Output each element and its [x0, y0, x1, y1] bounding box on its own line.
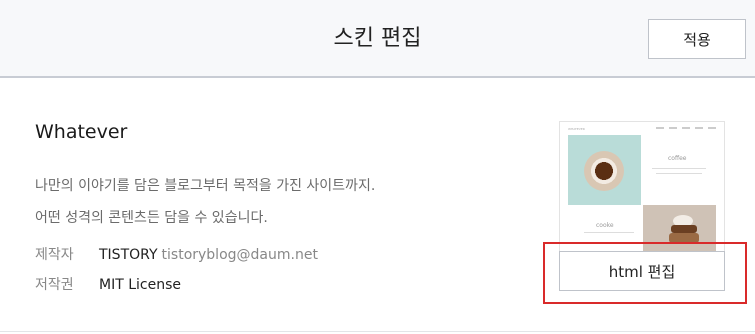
- author-email: tistoryblog@daum.net: [161, 247, 318, 263]
- page-title: 스킨 편집: [333, 26, 422, 51]
- preview-brand: WHATEVER: [568, 127, 585, 131]
- preview-text-line: [656, 173, 702, 174]
- license-value: MIT License: [99, 277, 181, 293]
- skin-preview-thumbnail: WHATEVER coffee cooke: [559, 121, 725, 261]
- cake-layer-icon: [671, 225, 697, 233]
- preview-nav-links: [656, 127, 716, 129]
- skin-description-line: 어떤 성격의 콘텐츠든 담을 수 있습니다.: [35, 210, 268, 226]
- preview-coffee-label: coffee: [668, 155, 687, 162]
- license-label: 저작권: [35, 277, 74, 293]
- author-label: 제작자: [35, 247, 74, 263]
- html-edit-button[interactable]: html 편집: [559, 251, 725, 291]
- coffee-cup-icon: [584, 151, 624, 191]
- preview-coffee-image: [568, 135, 641, 205]
- preview-text-line: [652, 168, 706, 169]
- skin-description-line: 나만의 이야기를 담은 블로그부터 목적을 가진 사이트까지.: [35, 178, 376, 194]
- apply-button[interactable]: 적용: [648, 19, 746, 59]
- author-name: TISTORY: [99, 247, 158, 263]
- skin-name: Whatever: [35, 121, 128, 143]
- section-divider: [0, 331, 755, 332]
- license-row: 저작권 MIT License: [35, 275, 181, 295]
- preview-cooke-label: cooke: [596, 222, 614, 229]
- skin-description: 나만의 이야기를 담은 블로그부터 목적을 가진 사이트까지. 어떤 성격의 콘…: [35, 170, 375, 234]
- author-row: 제작자 TISTORY tistoryblog@daum.net: [35, 245, 318, 265]
- preview-text-line: [584, 232, 634, 233]
- skin-edit-header: 스킨 편집 적용: [0, 0, 755, 78]
